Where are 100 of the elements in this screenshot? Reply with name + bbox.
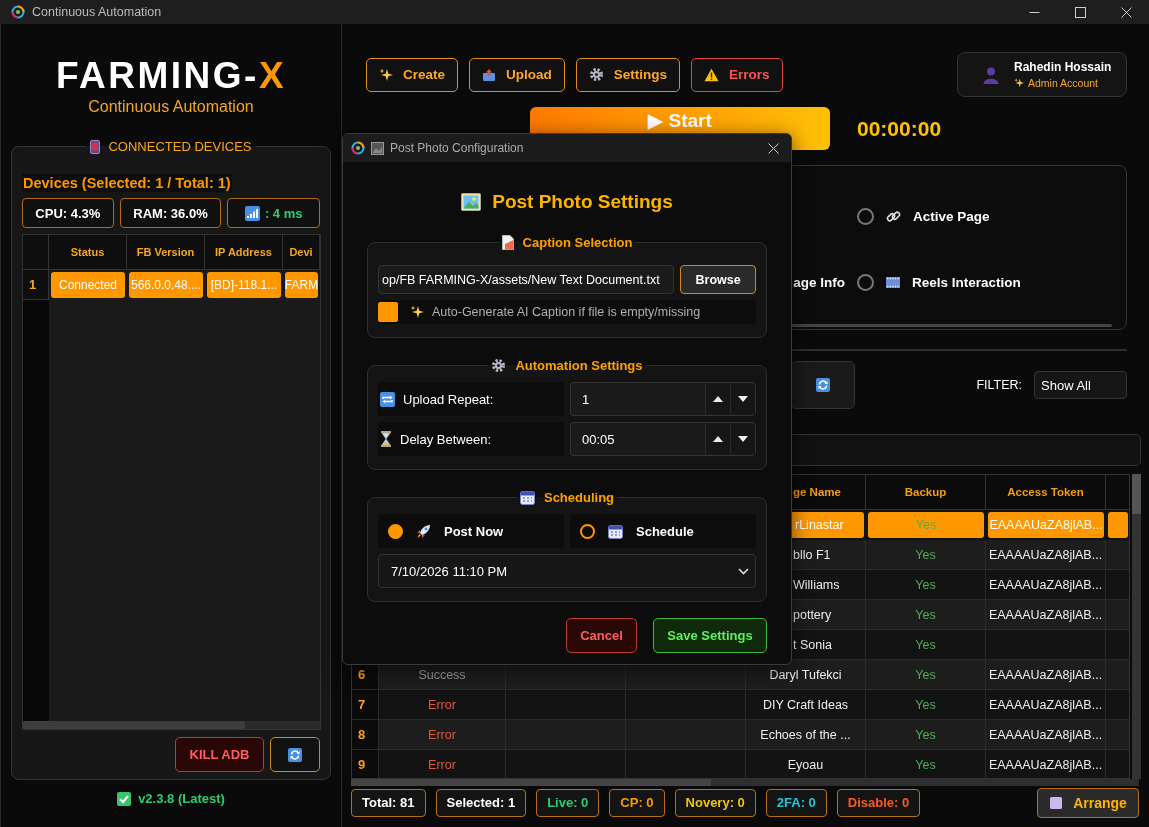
refresh-icon — [815, 378, 830, 392]
file-path-field[interactable]: op/FB FARMING-X/assets/New Text Document.txt — [378, 265, 675, 294]
radio-label[interactable]: Schedule — [636, 523, 694, 539]
picture-icon — [371, 141, 384, 155]
radio-button[interactable] — [388, 523, 403, 539]
increment-button[interactable] — [705, 384, 730, 414]
table-cell: Yes — [866, 690, 986, 720]
checkbox[interactable] — [378, 302, 398, 322]
image-icon — [461, 193, 482, 211]
timer: 00:00:00 — [857, 116, 942, 141]
version-label: v2.3.8 (Latest) — [138, 791, 225, 806]
cancel-button[interactable]: Cancel — [566, 618, 637, 653]
document-icon — [501, 235, 514, 250]
table-cell: EAAAAUaZA8jlAB... — [986, 720, 1106, 750]
live-count: Live: 0 — [536, 788, 600, 817]
table-cell: Eyoau — [746, 750, 866, 778]
maximize-icon — [1074, 6, 1086, 18]
table-cell: DIY Craft Ideas — [746, 690, 866, 720]
settings-button[interactable]: Settings — [575, 57, 681, 92]
scrollbar[interactable] — [351, 779, 1139, 786]
warning-icon — [704, 67, 720, 82]
spin-field[interactable]: 00:05 — [569, 422, 756, 456]
panel-title: CONNECTED DEVICES — [108, 139, 252, 154]
down-triangle-icon — [738, 436, 748, 442]
spin-field[interactable]: 1 — [569, 382, 756, 416]
option-label[interactable]: Active Page — [913, 208, 990, 224]
close-icon — [767, 142, 779, 154]
selected-count: Selected: 1 — [435, 788, 527, 817]
ping-reading: : 4 ms — [264, 205, 303, 221]
devices-summary: Devices (Selected: 1 / Total: 1) — [22, 174, 232, 192]
column-header: Devi — [283, 235, 320, 270]
radio-button[interactable] — [857, 207, 874, 225]
gear-icon — [588, 67, 604, 82]
table-cell: EAAAAUaZA8jlAB... — [986, 540, 1106, 570]
table-cell: Yes — [866, 630, 986, 660]
radio-label[interactable]: Post Now — [444, 523, 504, 539]
field-label: Upload Repeat: — [403, 391, 494, 407]
app-subtitle: Continuous Automation — [88, 98, 254, 116]
down-triangle-icon — [738, 396, 748, 402]
cp-count: CP: 0 — [609, 788, 665, 817]
refresh-button[interactable] — [790, 361, 855, 409]
disable-count: Disable: 0 — [836, 788, 921, 817]
table-cell: Yes — [866, 570, 986, 600]
table-cell: EAAAAUaZA8jlAB... — [986, 660, 1106, 690]
package-icon — [482, 67, 497, 82]
chevron-down-icon — [738, 567, 749, 575]
column-header: IP Address — [205, 235, 283, 270]
group-title: Automation Settings — [515, 358, 643, 373]
table-cell: FARM — [285, 272, 318, 298]
increment-button[interactable] — [705, 424, 730, 454]
arrange-button[interactable]: Arrange — [1037, 787, 1139, 818]
radio-button[interactable] — [580, 523, 595, 539]
group-title: Caption Selection — [522, 235, 633, 250]
row-number: 1 — [23, 270, 49, 300]
scrollbar[interactable] — [23, 721, 320, 729]
table-cell: [BD]-118.1... — [207, 272, 281, 298]
table-cell: EAAAAUaZA8jlAB... — [986, 690, 1106, 720]
save-button[interactable]: Save Settings — [653, 618, 767, 653]
hourglass-icon — [380, 431, 392, 447]
radio-button[interactable] — [857, 273, 874, 291]
calendar-icon — [608, 523, 623, 539]
checkbox-label: Auto-Generate AI Caption if file is empty/missing — [432, 305, 701, 319]
column-header: Backup — [866, 475, 986, 510]
cpu-reading: CPU: 4.3% — [22, 198, 114, 228]
status-cell: Error — [379, 720, 506, 750]
column-header: Status — [49, 235, 127, 270]
table-cell: Daryl Tufekci — [746, 660, 866, 690]
column-header: FB Version — [127, 235, 205, 270]
scrollbar[interactable] — [1132, 474, 1141, 779]
table-cell: Connected — [51, 272, 125, 298]
app-logo: FARMING-X — [55, 55, 287, 97]
novery-count: Novery: 0 — [674, 788, 756, 817]
decrement-button[interactable] — [730, 424, 755, 454]
refresh-button[interactable] — [270, 737, 320, 772]
status-cell: Error — [379, 750, 506, 778]
check-icon — [117, 791, 132, 806]
table-cell: EAAAAUaZA8jlAB... — [986, 510, 1106, 540]
app-logo-icon — [11, 5, 25, 19]
link-icon — [886, 208, 901, 224]
errors-button[interactable]: Errors — [691, 57, 783, 92]
option-label[interactable]: Reels Interaction — [912, 274, 1021, 290]
dialog-title: Post Photo Configuration — [390, 141, 524, 155]
total-count: Total: 81 — [351, 788, 426, 817]
status-cell: Error — [379, 690, 506, 720]
user-name: Rahedin Hossain — [1014, 60, 1112, 74]
browse-button[interactable]: Browse — [680, 265, 756, 294]
table-cell: EAAAAUaZA8jlAB... — [986, 600, 1106, 630]
option-label: age Info — [793, 274, 846, 290]
upload-button[interactable]: Upload — [469, 57, 565, 92]
square-icon — [1049, 795, 1064, 810]
table-cell: Yes — [866, 510, 986, 540]
signal-icon — [244, 205, 260, 221]
table-cell: Echoes of the ... — [746, 720, 866, 750]
twofa-count: 2FA: 0 — [765, 788, 827, 817]
kill-adb-button[interactable]: KILL ADB — [175, 737, 264, 772]
filter-dropdown[interactable]: Show All — [1034, 371, 1127, 399]
decrement-button[interactable] — [730, 384, 755, 414]
date-time-picker[interactable]: 7/10/2026 11:10 PM — [378, 554, 756, 588]
close-icon — [1120, 6, 1132, 18]
create-button[interactable]: Create — [366, 57, 459, 92]
